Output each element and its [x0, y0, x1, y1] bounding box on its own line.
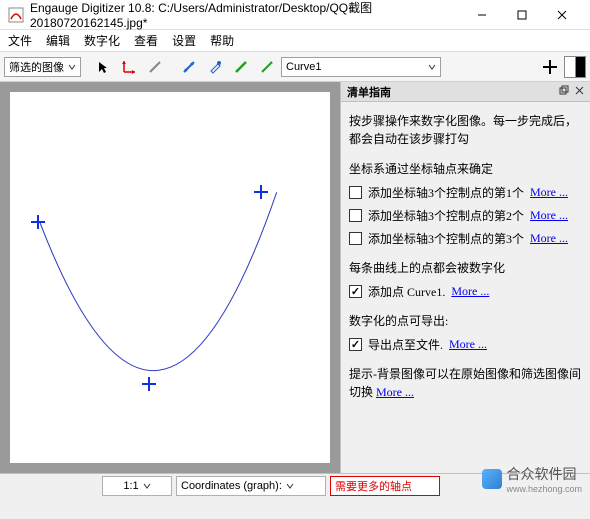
- curve-tool[interactable]: [255, 55, 279, 79]
- check-axis-2: 添加坐标轴3个控制点的第2个 More ...: [349, 207, 582, 224]
- more-link[interactable]: More ...: [449, 337, 487, 352]
- chevron-down-icon: [428, 63, 436, 71]
- maximize-button[interactable]: [502, 1, 542, 29]
- guide-header: 清单指南: [341, 82, 590, 102]
- guide-sect-curves: 每条曲线上的点都会被数字化: [349, 259, 582, 277]
- menu-settings[interactable]: 设置: [172, 32, 196, 49]
- watermark: 合众软件园 www.hezhong.com: [482, 464, 582, 494]
- chevron-down-icon: [143, 482, 151, 490]
- check-export: 导出点至文件. More ...: [349, 336, 582, 353]
- more-link[interactable]: More ...: [376, 385, 414, 399]
- segment-tool[interactable]: [229, 55, 253, 79]
- pointer-tool[interactable]: [91, 55, 115, 79]
- color-swatch[interactable]: [564, 56, 586, 78]
- watermark-logo-icon: [482, 469, 502, 489]
- more-link[interactable]: More ...: [530, 208, 568, 223]
- checklist-guide-panel: 清单指南 按步骤操作来数字化图像。每一步完成后，都会自动在该步骤打勾 坐标系通过…: [340, 82, 590, 473]
- status-message: 需要更多的轴点: [330, 476, 440, 496]
- graph-canvas[interactable]: [10, 92, 330, 463]
- canvas-area: [0, 82, 340, 473]
- axis-point-tool[interactable]: [117, 55, 141, 79]
- checkbox-icon[interactable]: [349, 232, 362, 245]
- menu-help[interactable]: 帮助: [210, 32, 234, 49]
- minimize-button[interactable]: [462, 1, 502, 29]
- guide-body: 按步骤操作来数字化图像。每一步完成后，都会自动在该步骤打勾 坐标系通过坐标轴点来…: [341, 102, 590, 473]
- menubar: 文件 编辑 数字化 查看 设置 帮助: [0, 30, 590, 52]
- guide-intro: 按步骤操作来数字化图像。每一步完成后，都会自动在该步骤打勾: [349, 112, 582, 148]
- chevron-down-icon: [68, 63, 76, 71]
- axis-point-1[interactable]: [31, 215, 45, 229]
- window-controls: [462, 1, 582, 29]
- main-area: 清单指南 按步骤操作来数字化图像。每一步完成后，都会自动在该步骤打勾 坐标系通过…: [0, 82, 590, 473]
- guide-sect-export: 数字化的点可导出:: [349, 312, 582, 330]
- point-match-tool[interactable]: [177, 55, 201, 79]
- titlebar: Engauge Digitizer 10.8: C:/Users/Adminis…: [0, 0, 590, 30]
- close-button[interactable]: [542, 1, 582, 29]
- checkbox-icon[interactable]: [349, 186, 362, 199]
- color-picker-tool[interactable]: [203, 55, 227, 79]
- axis-point-3[interactable]: [254, 185, 268, 199]
- more-link[interactable]: More ...: [451, 284, 489, 299]
- checkbox-icon[interactable]: [349, 209, 362, 222]
- check-axis-1: 添加坐标轴3个控制点的第1个 More ...: [349, 184, 582, 201]
- checkbox-checked-icon[interactable]: [349, 338, 362, 351]
- guide-sect-axes: 坐标系通过坐标轴点来确定: [349, 160, 582, 178]
- window-title: Engauge Digitizer 10.8: C:/Users/Adminis…: [30, 0, 462, 30]
- curve-plot: [10, 92, 330, 463]
- scale-tool[interactable]: [143, 55, 167, 79]
- undock-icon[interactable]: [559, 85, 569, 98]
- check-curve: 添加点 Curve1. More ...: [349, 283, 582, 300]
- check-axis-3: 添加坐标轴3个控制点的第3个 More ...: [349, 230, 582, 247]
- axis-point-2[interactable]: [142, 377, 156, 391]
- checkbox-checked-icon[interactable]: [349, 285, 362, 298]
- curve-select-combo[interactable]: Curve1: [281, 57, 441, 77]
- menu-view[interactable]: 查看: [134, 32, 158, 49]
- toolbar: 筛选的图像 Curve1: [0, 52, 590, 82]
- zoom-combo[interactable]: 1:1: [102, 476, 172, 496]
- filter-image-combo[interactable]: 筛选的图像: [4, 57, 81, 77]
- more-link[interactable]: More ...: [530, 185, 568, 200]
- guide-tip: 提示-背景图像可以在原始图像和筛选图像间切换 More ...: [349, 365, 582, 401]
- crosshair-icon[interactable]: [538, 55, 562, 79]
- coords-combo[interactable]: Coordinates (graph):: [176, 476, 326, 496]
- menu-edit[interactable]: 编辑: [46, 32, 70, 49]
- menu-file[interactable]: 文件: [8, 32, 32, 49]
- close-panel-icon[interactable]: [575, 86, 584, 98]
- more-link[interactable]: More ...: [530, 231, 568, 246]
- chevron-down-icon: [286, 482, 294, 490]
- menu-digitize[interactable]: 数字化: [84, 32, 120, 49]
- app-icon: [8, 7, 24, 23]
